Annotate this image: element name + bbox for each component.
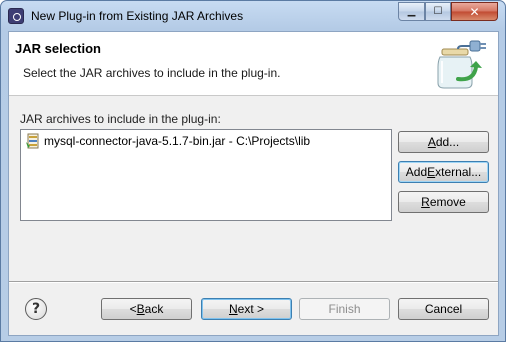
add-button[interactable]: Add... [398,131,489,153]
minimize-icon: ▁ [407,6,416,17]
add-label-mnemonic: A [427,135,436,149]
help-glyph: ? [31,301,41,317]
jar-archives-list[interactable]: mysql-connector-java-5.1.7-bin.jar - C:\… [20,129,392,221]
add-external-label-post: xternal... [435,165,482,179]
add-label-post: dd... [435,135,460,149]
jar-file-icon [26,133,39,149]
add-external-label-mnemonic: E [427,165,436,179]
maximize-icon: ☐ [433,6,443,17]
list-item[interactable]: mysql-connector-java-5.1.7-bin.jar - C:\… [25,133,310,149]
page-title: JAR selection [15,41,101,56]
help-icon[interactable]: ? [25,298,47,320]
page-description: Select the JAR archives to include in th… [23,66,281,80]
add-external-label-pre: Add [405,165,428,179]
cancel-button[interactable]: Cancel [398,298,489,320]
plugin-jar-banner-icon [437,40,486,89]
back-button[interactable]: < Back [101,298,192,320]
minimize-button[interactable]: ▁ [398,2,425,21]
remove-label-mnemonic: R [421,195,430,209]
eclipse-app-icon[interactable] [8,8,24,24]
cancel-label: Cancel [424,302,463,316]
next-label-post: ext > [237,302,265,316]
close-icon: ✕ [469,4,480,19]
window-title: New Plug-in from Existing JAR Archives [31,9,244,23]
footer-separator [9,281,498,283]
back-label-mnemonic: B [136,302,145,316]
close-button[interactable]: ✕ [451,2,498,21]
maximize-button[interactable]: ☐ [425,2,451,21]
dialog-window: New Plug-in from Existing JAR Archives ▁… [0,0,506,342]
remove-button[interactable]: Remove [398,191,489,213]
jar-list-label: JAR archives to include in the plug-in: [20,112,221,126]
next-label-mnemonic: N [228,302,238,316]
next-button[interactable]: Next > [201,298,292,320]
back-label-post: ack [144,302,164,316]
remove-label-post: emove [429,195,466,209]
title-bar[interactable]: New Plug-in from Existing JAR Archives ▁… [1,1,505,31]
dialog-client-area: JAR selection Select the JAR archives to… [8,31,499,336]
finish-button[interactable]: Finish [299,298,390,320]
jar-item-label: mysql-connector-java-5.1.7-bin.jar - C:\… [44,134,311,148]
wizard-header: JAR selection Select the JAR archives to… [9,32,498,96]
add-external-button[interactable]: Add External... [398,161,489,183]
back-label-pre: < [129,302,137,316]
finish-label: Finish [328,302,361,316]
